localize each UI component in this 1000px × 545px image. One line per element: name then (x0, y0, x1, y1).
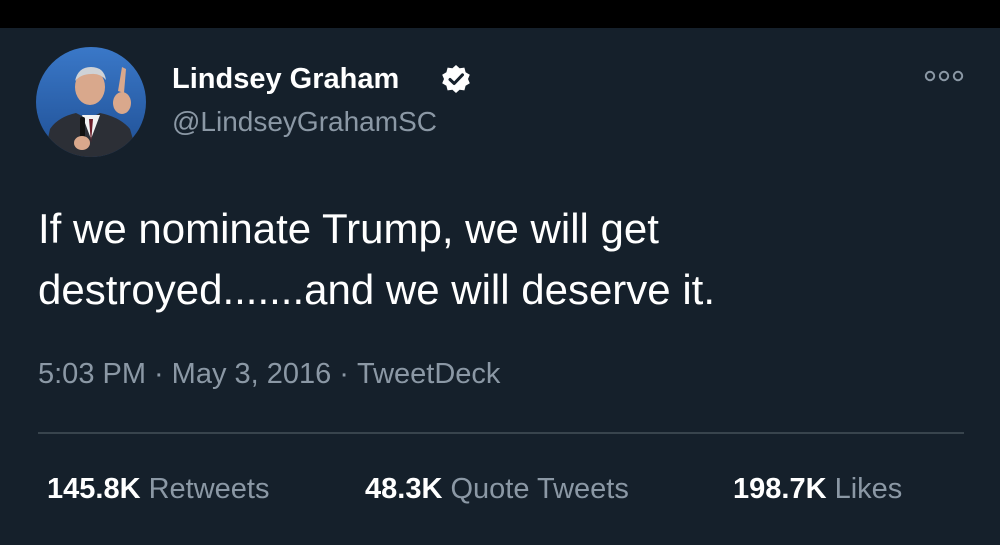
tweet-time[interactable]: 5:03 PM (38, 358, 146, 390)
tweet-meta: 5:03 PM · May 3, 2016 · TweetDeck (38, 358, 500, 391)
meta-separator: · (154, 358, 164, 390)
retweets-count: 145.8K (47, 473, 141, 505)
quote-tweets-count: 48.3K (365, 473, 443, 505)
tweet-text-line-1: If we nominate Trump, we will get (38, 205, 659, 252)
quote-tweets-label: Quote Tweets (450, 473, 629, 505)
retweets-stat[interactable]: 145.8K Retweets (47, 473, 269, 506)
tweet-text-line-2: destroyed.......and we will deserve it. (38, 266, 715, 313)
tweet-text: If we nominate Trump, we will get destro… (38, 198, 938, 320)
more-options-icon[interactable] (922, 66, 966, 86)
top-black-bar (0, 0, 1000, 28)
tweet-source[interactable]: TweetDeck (357, 358, 500, 390)
avatar[interactable] (36, 47, 146, 157)
avatar-image (36, 47, 146, 157)
quote-tweets-stat[interactable]: 48.3K Quote Tweets (365, 473, 629, 506)
likes-label: Likes (834, 473, 903, 505)
likes-stat[interactable]: 198.7K Likes (733, 473, 902, 506)
meta-separator: · (339, 358, 349, 390)
divider (38, 432, 964, 434)
verified-badge-icon (442, 65, 470, 93)
author-handle[interactable]: @LindseyGrahamSC (172, 106, 437, 138)
likes-count: 198.7K (733, 473, 827, 505)
retweets-label: Retweets (148, 473, 270, 505)
tweet-date[interactable]: May 3, 2016 (172, 358, 332, 390)
tweet-card: Lindsey Graham @LindseyGrahamSC If we no… (0, 28, 1000, 545)
author-name[interactable]: Lindsey Graham (172, 63, 399, 96)
